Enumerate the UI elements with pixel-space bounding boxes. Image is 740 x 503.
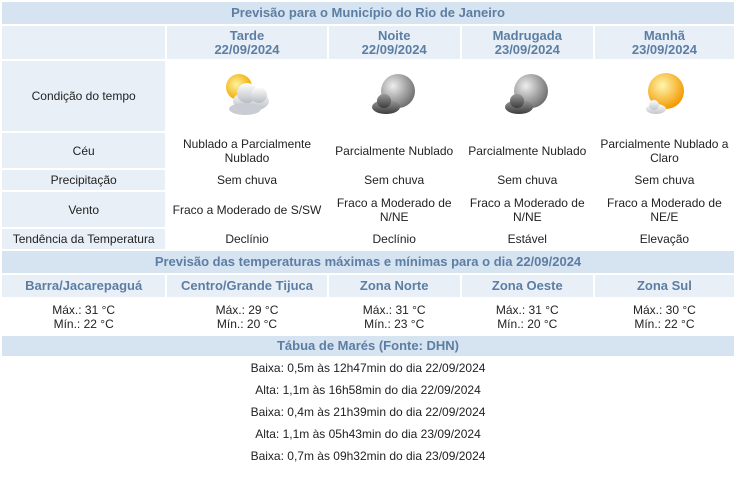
vento-tarde: Fraco a Moderado de S/SW — [167, 192, 327, 227]
forecast-table: Previsão para o Município do Rio de Jane… — [0, 0, 736, 336]
row-label-precipitacao: Precipitação — [2, 170, 166, 190]
zone-temps-centro: Máx.: 29 °C Mín.: 20 °C — [167, 299, 327, 334]
precip-manha: Sem chuva — [594, 170, 734, 190]
zone-header-norte: Zona Norte — [328, 275, 460, 297]
row-label-vento: Vento — [2, 192, 166, 227]
ceu-madrugada: Parcialmente Nublado — [461, 133, 593, 168]
zone-header-centro: Centro/Grande Tijuca — [167, 275, 327, 297]
precip-noite: Sem chuva — [328, 170, 460, 190]
ceu-manha: Parcialmente Nublado a Claro — [594, 133, 734, 168]
moon-cloudy-icon — [364, 65, 424, 125]
ceu-noite: Parcialmente Nublado — [328, 133, 460, 168]
period-header-madrugada: Madrugada 23/09/2024 — [461, 26, 593, 59]
tides-table: Tábua de Marés (Fonte: DHN) Baixa: 0,5m … — [0, 334, 736, 468]
row-label-condicao: Condição do tempo — [2, 61, 166, 131]
zone-temps-oeste: Máx.: 31 °C Mín.: 20 °C — [461, 299, 593, 334]
tendencia-manha: Elevação — [594, 229, 734, 249]
period-header-noite: Noite 22/09/2024 — [328, 26, 460, 59]
tide-row: Alta: 1,1m às 16h58min do dia 22/09/2024 — [2, 380, 734, 400]
vento-madrugada: Fraco a Moderado de N/NE — [461, 192, 593, 227]
zone-header-oeste: Zona Oeste — [461, 275, 593, 297]
precip-madrugada: Sem chuva — [461, 170, 593, 190]
tendencia-madrugada: Estável — [461, 229, 593, 249]
ceu-tarde: Nublado a Parcialmente Nublado — [167, 133, 327, 168]
zone-temps-sul: Máx.: 30 °C Mín.: 22 °C — [594, 299, 734, 334]
tendencia-noite: Declínio — [328, 229, 460, 249]
tide-row: Baixa: 0,5m às 12h47min do dia 22/09/202… — [2, 358, 734, 378]
zone-header-sul: Zona Sul — [594, 275, 734, 297]
corner-cell — [2, 26, 166, 59]
temps-title: Previsão das temperaturas máximas e míni… — [2, 251, 734, 273]
moon-cloudy-icon — [497, 65, 557, 125]
zone-header-barra: Barra/Jacarepaguá — [2, 275, 166, 297]
row-label-tendencia: Tendência da Temperatura — [2, 229, 166, 249]
zone-temps-barra: Máx.: 31 °C Mín.: 22 °C — [2, 299, 166, 334]
partly-cloudy-icon — [217, 65, 277, 125]
period-header-manha: Manhã 23/09/2024 — [594, 26, 734, 59]
vento-manha: Fraco a Moderado de NE/E — [594, 192, 734, 227]
tide-row: Alta: 1,1m às 05h43min do dia 23/09/2024 — [2, 424, 734, 444]
tides-title: Tábua de Marés (Fonte: DHN) — [2, 336, 734, 356]
tide-row: Baixa: 0,4m às 21h39min do dia 22/09/202… — [2, 402, 734, 422]
tendencia-tarde: Declínio — [167, 229, 327, 249]
vento-noite: Fraco a Moderado de N/NE — [328, 192, 460, 227]
zone-temps-norte: Máx.: 31 °C Mín.: 23 °C — [328, 299, 460, 334]
tide-row: Baixa: 0,7m às 09h32min do dia 23/09/202… — [2, 446, 734, 466]
sun-cloud-icon — [634, 65, 694, 125]
row-label-ceu: Céu — [2, 133, 166, 168]
precip-tarde: Sem chuva — [167, 170, 327, 190]
period-header-tarde: Tarde 22/09/2024 — [167, 26, 327, 59]
forecast-title: Previsão para o Município do Rio de Jane… — [2, 2, 734, 24]
